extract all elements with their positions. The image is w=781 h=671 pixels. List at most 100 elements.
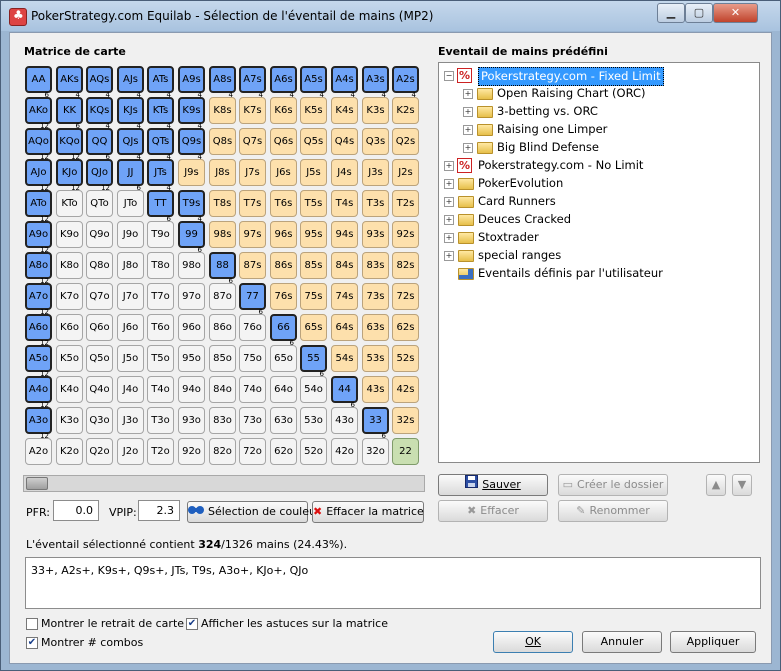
- matrix-cell-75o[interactable]: 75o: [239, 345, 266, 372]
- matrix-cell-J5o[interactable]: J5o: [117, 345, 144, 372]
- matrix-cell-Q8s[interactable]: Q8s: [209, 128, 236, 155]
- matrix-cell-72s[interactable]: 72s: [392, 283, 419, 310]
- matrix-cell-Q9s[interactable]: Q9s 4: [178, 128, 205, 161]
- matrix-cell-92o[interactable]: 92o: [178, 438, 205, 465]
- matrix-cell-64o[interactable]: 64o: [270, 376, 297, 403]
- matrix-cell-T3o[interactable]: T3o: [147, 407, 174, 434]
- matrix-cell-T5o[interactable]: T5o: [147, 345, 174, 372]
- tree-node-raising-one-limper[interactable]: + Raising one Limper: [439, 121, 757, 138]
- expand-icon[interactable]: +: [463, 89, 473, 99]
- matrix-cell-A4s[interactable]: A4s 4: [331, 66, 358, 99]
- matrix-cell-Q6s[interactable]: Q6s: [270, 128, 297, 155]
- tree-node-3-betting-vs-orc[interactable]: +3-betting vs. ORC: [439, 103, 757, 120]
- matrix-cell-55[interactable]: 55 6: [300, 345, 327, 378]
- collapse-icon[interactable]: −: [444, 71, 454, 81]
- matrix-cell-K6s[interactable]: K6s: [270, 97, 297, 124]
- matrix-cell-K9s[interactable]: K9s 4: [178, 97, 205, 130]
- move-down-button[interactable]: ▼: [732, 474, 752, 496]
- matrix-tips-checkbox[interactable]: ✔: [186, 618, 198, 630]
- matrix-cell-64s[interactable]: 64s: [331, 314, 358, 341]
- matrix-cell-J8s[interactable]: J8s: [209, 159, 236, 186]
- matrix-cell-K4o[interactable]: K4o: [56, 376, 83, 403]
- matrix-cell-K8o[interactable]: K8o: [56, 252, 83, 279]
- pfr-input[interactable]: 0.0: [53, 500, 99, 521]
- matrix-cell-TT[interactable]: TT 6: [147, 190, 174, 223]
- matrix-cell-76s[interactable]: 76s: [270, 283, 297, 310]
- matrix-cell-K5o[interactable]: K5o: [56, 345, 83, 372]
- matrix-cell-J2s[interactable]: J2s: [392, 159, 419, 186]
- matrix-cell-Q7o[interactable]: Q7o: [86, 283, 113, 310]
- matrix-cell-73o[interactable]: 73o: [239, 407, 266, 434]
- matrix-cell-94o[interactable]: 94o: [178, 376, 205, 403]
- matrix-cell-65o[interactable]: 65o: [270, 345, 297, 372]
- matrix-cell-33[interactable]: 33 6: [362, 407, 389, 440]
- matrix-cell-52s[interactable]: 52s: [392, 345, 419, 372]
- ok-button[interactable]: OK: [493, 631, 573, 653]
- apply-button[interactable]: Appliquer: [670, 631, 756, 653]
- matrix-cell-A5o[interactable]: A5o 12: [25, 345, 52, 378]
- expand-icon[interactable]: +: [444, 233, 454, 243]
- matrix-cell-A6s[interactable]: A6s 4: [270, 66, 297, 99]
- matrix-cell-93o[interactable]: 93o: [178, 407, 205, 434]
- matrix-cell-K2s[interactable]: K2s: [392, 97, 419, 124]
- tree-node-card-runners[interactable]: + Card Runners: [439, 193, 757, 210]
- close-button[interactable]: ✕: [713, 3, 758, 23]
- matrix-cell-99[interactable]: 99 6: [178, 221, 205, 254]
- matrix-cell-98s[interactable]: 98s: [209, 221, 236, 248]
- matrix-cell-KK[interactable]: KK 6: [56, 97, 83, 130]
- matrix-cell-J4s[interactable]: J4s: [331, 159, 358, 186]
- matrix-cell-94s[interactable]: 94s: [331, 221, 358, 248]
- matrix-cell-77[interactable]: 77 6: [239, 283, 266, 316]
- matrix-cell-J5s[interactable]: J5s: [300, 159, 327, 186]
- matrix-cell-Q8o[interactable]: Q8o: [86, 252, 113, 279]
- matrix-cell-K3s[interactable]: K3s: [362, 97, 389, 124]
- matrix-cell-Q3o[interactable]: Q3o: [86, 407, 113, 434]
- matrix-cell-Q6o[interactable]: Q6o: [86, 314, 113, 341]
- matrix-cell-96s[interactable]: 96s: [270, 221, 297, 248]
- matrix-cell-Q5s[interactable]: Q5s: [300, 128, 327, 155]
- matrix-cell-QTo[interactable]: QTo: [86, 190, 113, 217]
- matrix-cell-Q4s[interactable]: Q4s: [331, 128, 358, 155]
- matrix-cell-KTo[interactable]: KTo: [56, 190, 83, 217]
- matrix-cell-T3s[interactable]: T3s: [362, 190, 389, 217]
- expand-icon[interactable]: +: [463, 125, 473, 135]
- matrix-cell-J3s[interactable]: J3s: [362, 159, 389, 186]
- matrix-cell-42o[interactable]: 42o: [331, 438, 358, 465]
- matrix-cell-63s[interactable]: 63s: [362, 314, 389, 341]
- range-slider[interactable]: [23, 475, 425, 492]
- tree-node-pokerevolution[interactable]: + PokerEvolution: [439, 175, 757, 192]
- matrix-cell-75s[interactable]: 75s: [300, 283, 327, 310]
- create-folder-button[interactable]: ▭ Créer le dossier: [558, 474, 668, 496]
- matrix-cell-K9o[interactable]: K9o: [56, 221, 83, 248]
- matrix-cell-J6o[interactable]: J6o: [117, 314, 144, 341]
- tree-node-deuces-cracked[interactable]: + Deuces Cracked: [439, 211, 757, 228]
- tree-node-special-ranges[interactable]: + special ranges: [439, 247, 757, 264]
- matrix-cell-44[interactable]: 44 6: [331, 376, 358, 409]
- cancel-button[interactable]: Annuler: [582, 631, 662, 653]
- matrix-cell-T8s[interactable]: T8s: [209, 190, 236, 217]
- matrix-cell-Q3s[interactable]: Q3s: [362, 128, 389, 155]
- matrix-cell-AQs[interactable]: AQs 4: [86, 66, 113, 99]
- expand-icon[interactable]: +: [463, 143, 473, 153]
- matrix-cell-J4o[interactable]: J4o: [117, 376, 144, 403]
- matrix-cell-53s[interactable]: 53s: [362, 345, 389, 372]
- range-slider-thumb[interactable]: [26, 477, 48, 490]
- show-combos-checkbox[interactable]: ✔: [26, 637, 38, 649]
- matrix-cell-T2o[interactable]: T2o: [147, 438, 174, 465]
- matrix-cell-AA[interactable]: AA 6: [25, 66, 52, 99]
- expand-icon[interactable]: +: [444, 197, 454, 207]
- matrix-cell-J7s[interactable]: J7s: [239, 159, 266, 186]
- matrix-cell-T2s[interactable]: T2s: [392, 190, 419, 217]
- move-up-button[interactable]: ▲: [706, 474, 726, 496]
- matrix-cell-53o[interactable]: 53o: [300, 407, 327, 434]
- matrix-cell-84o[interactable]: 84o: [209, 376, 236, 403]
- matrix-cell-85o[interactable]: 85o: [209, 345, 236, 372]
- rename-button[interactable]: ✎ Renommer: [558, 500, 668, 522]
- expand-icon[interactable]: +: [444, 251, 454, 261]
- matrix-cell-62o[interactable]: 62o: [270, 438, 297, 465]
- matrix-cell-43s[interactable]: 43s: [362, 376, 389, 403]
- matrix-cell-QQ[interactable]: QQ 6: [86, 128, 113, 161]
- matrix-cell-JJ[interactable]: JJ 6: [117, 159, 144, 192]
- matrix-cell-K2o[interactable]: K2o: [56, 438, 83, 465]
- matrix-cell-66[interactable]: 66 6: [270, 314, 297, 347]
